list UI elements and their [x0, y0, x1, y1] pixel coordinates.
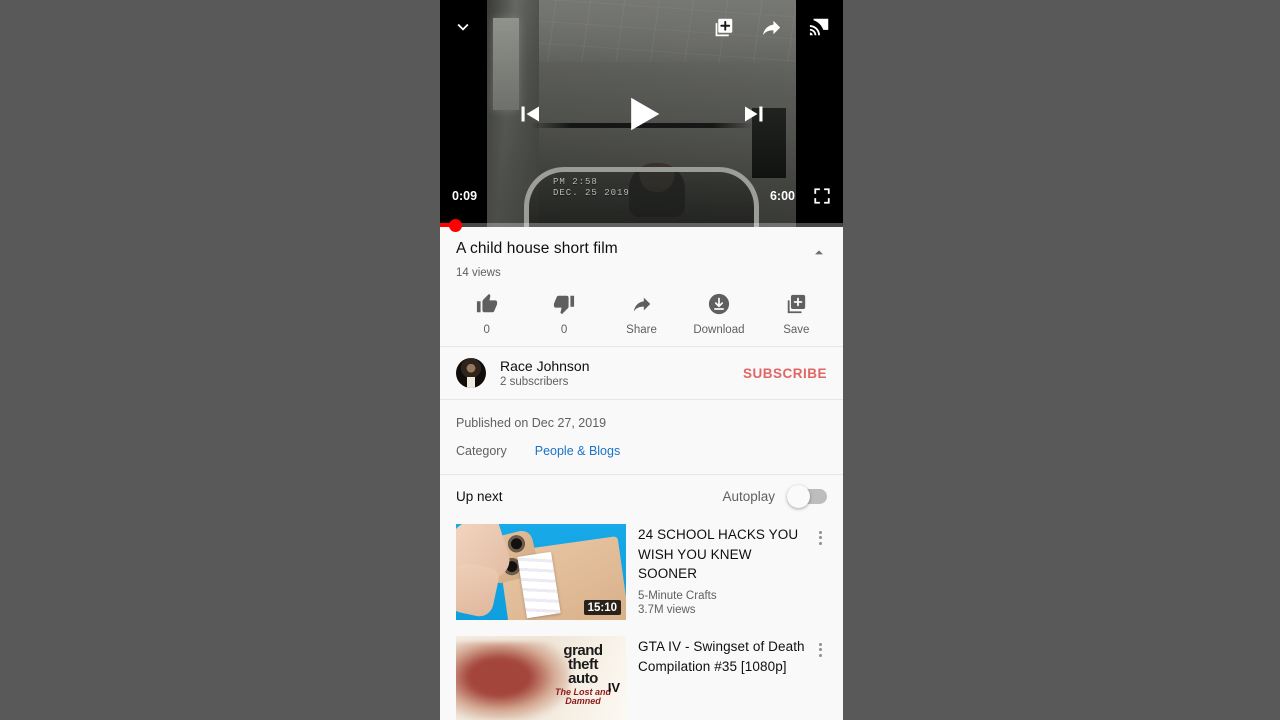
suggestion-views: 3.7M views: [638, 603, 696, 616]
video-views: 14 views: [456, 267, 501, 279]
play-button[interactable]: [616, 88, 668, 140]
video-title-row[interactable]: A child house short film: [440, 227, 843, 261]
more-vert-icon: [818, 528, 822, 620]
thumb-hand-bottom: [456, 559, 501, 619]
video-panel: PM 2:58 DEC. 25 2019 0:09 6:00 A child h…: [440, 0, 843, 720]
current-time: 0:09: [452, 189, 478, 203]
suggestion-thumbnail[interactable]: grand theft auto IV The Lost and Damned: [456, 636, 626, 720]
channel-row[interactable]: Race Johnson 2 subscribers SUBSCRIBE: [440, 347, 843, 399]
category-link[interactable]: People & Blogs: [535, 444, 620, 458]
autoplay-toggle[interactable]: [787, 485, 827, 508]
suggestion-title: GTA IV - Swingset of Death Compilation #…: [638, 639, 805, 674]
video-duration-badge: 15:10: [583, 600, 621, 615]
action-bar: 0 0 Share Download Save: [440, 279, 843, 346]
skip-next-icon: [744, 106, 762, 121]
video-player[interactable]: PM 2:58 DEC. 25 2019 0:09 6:00: [440, 0, 843, 232]
suggestion-thumbnail[interactable]: 15:10: [456, 524, 626, 620]
published-date: Published on Dec 27, 2019: [456, 416, 607, 430]
upnext-title: Up next: [456, 489, 503, 504]
suggestion-channel: 5-Minute Crafts: [638, 589, 717, 602]
duration-time: 6:00: [769, 189, 795, 203]
thumb-down-icon: [554, 295, 575, 315]
category-row: Category People & Blogs: [440, 430, 843, 474]
dislike-count: 0: [560, 324, 568, 336]
autoplay-toggle-knob: [787, 485, 810, 508]
autoplay-label: Autoplay: [722, 489, 775, 504]
download-button[interactable]: Download: [680, 293, 757, 336]
category-label: Category: [456, 444, 507, 458]
upnext-row: Up next Autoplay: [440, 475, 843, 516]
next-button[interactable]: [740, 99, 770, 129]
previous-button[interactable]: [514, 99, 544, 129]
fullscreen-icon: [814, 188, 830, 204]
suggestion-menu-button[interactable]: [807, 524, 833, 620]
screen: A child house sh 14 views 0 0: [0, 0, 1280, 720]
thumb-up-icon: [476, 293, 497, 313]
video-metadata: A child house short film 14 views 0 0 Sh…: [440, 227, 843, 720]
channel-subscribers: 2 subscribers: [500, 376, 569, 388]
suggestion-menu-button[interactable]: [807, 636, 833, 720]
player-bottom-controls: 0:09 6:00: [440, 187, 843, 205]
gta-logo: grand theft auto IV The Lost and Damned: [544, 643, 622, 705]
skip-previous-icon: [521, 106, 539, 121]
chevron-up-icon: [815, 250, 823, 255]
play-icon: [630, 97, 659, 130]
avatar[interactable]: [456, 358, 486, 388]
save-button[interactable]: Save: [758, 293, 835, 336]
suggestion-title: 24 SCHOOL HACKS YOU WISH YOU KNEW SOONER: [638, 527, 799, 582]
more-vert-icon: [818, 640, 822, 720]
save-label: Save: [783, 324, 810, 336]
download-label: Download: [693, 324, 745, 336]
list-item[interactable]: 15:10 24 SCHOOL HACKS YOU WISH YOU KNEW …: [440, 516, 843, 628]
progress-scrubber[interactable]: [448, 218, 462, 232]
gta-logo-iv: IV: [607, 679, 620, 695]
share-label: Share: [626, 324, 657, 336]
share-button[interactable]: Share: [603, 293, 680, 336]
like-button[interactable]: 0: [448, 293, 525, 336]
list-item[interactable]: grand theft auto IV The Lost and Damned …: [440, 628, 843, 720]
expand-description-button[interactable]: [803, 239, 827, 261]
progress-bar[interactable]: [440, 218, 843, 232]
channel-name: Race Johnson: [500, 358, 590, 374]
video-title: A child house short film: [456, 240, 618, 257]
dislike-button[interactable]: 0: [525, 293, 602, 336]
save-playlist-icon: [788, 294, 806, 314]
share-arrow-icon: [633, 297, 650, 312]
download-circle-icon: [708, 293, 730, 315]
fullscreen-button[interactable]: [813, 187, 831, 205]
like-count: 0: [483, 324, 490, 336]
subscribe-button[interactable]: SUBSCRIBE: [743, 366, 827, 381]
